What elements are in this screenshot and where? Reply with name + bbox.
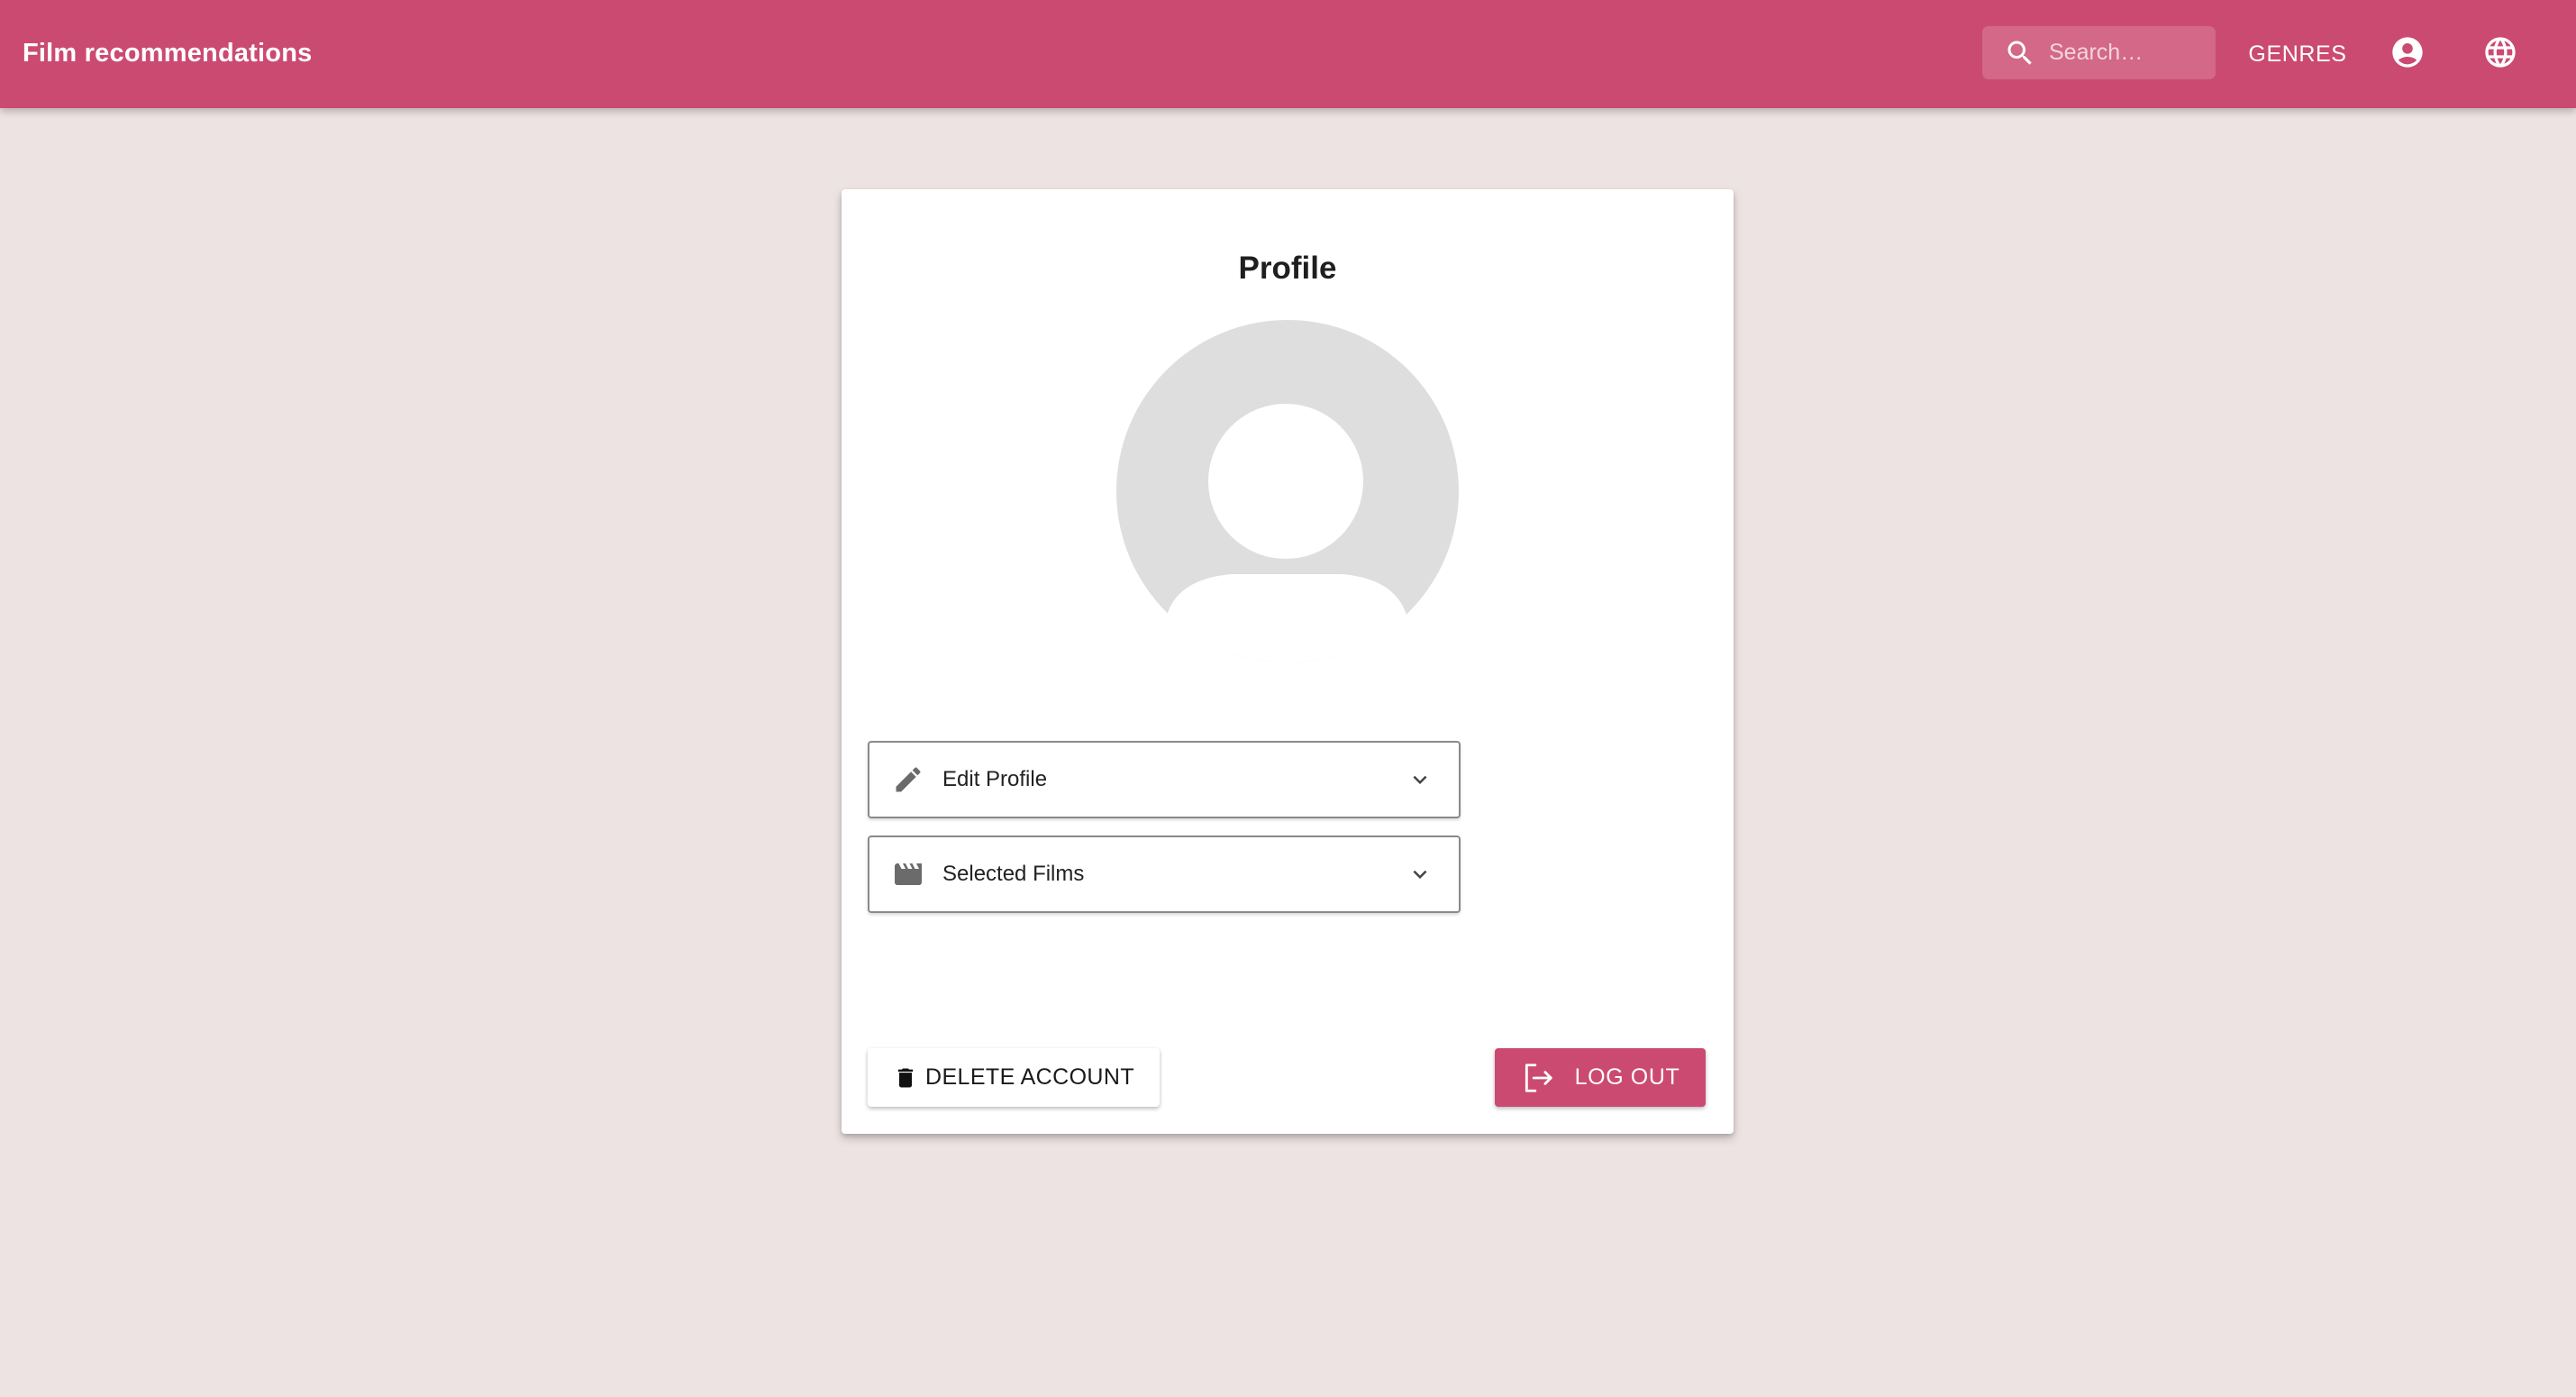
clapperboard-icon — [892, 858, 924, 890]
chevron-down-icon — [1406, 766, 1434, 793]
selected-films-accordion[interactable]: Selected Films — [868, 835, 1461, 913]
default-avatar-icon — [1116, 320, 1459, 662]
delete-account-button[interactable]: DELETE ACCOUNT — [868, 1048, 1160, 1107]
search-box[interactable] — [1982, 26, 2216, 79]
avatar — [1115, 318, 1461, 664]
app-bar: Film recommendations GENRES — [0, 0, 2576, 108]
language-button[interactable] — [2482, 34, 2518, 70]
app-title[interactable]: Film recommendations — [23, 0, 312, 106]
logout-label: LOG OUT — [1574, 1064, 1680, 1090]
globe-icon — [2482, 34, 2518, 70]
account-button[interactable] — [2389, 34, 2426, 70]
account-circle-icon — [2389, 34, 2426, 70]
pencil-icon — [892, 763, 924, 796]
edit-profile-accordion[interactable]: Edit Profile — [868, 741, 1461, 818]
logout-button[interactable]: LOG OUT — [1495, 1048, 1706, 1107]
search-input[interactable] — [2049, 40, 2202, 66]
genres-button[interactable]: GENRES — [2236, 27, 2359, 81]
selected-films-label: Selected Films — [942, 862, 1085, 886]
delete-account-label: DELETE ACCOUNT — [924, 1064, 1135, 1090]
trash-icon — [893, 1063, 918, 1093]
profile-title: Profile — [1238, 251, 1337, 286]
profile-card: Profile Edit Profile Selected Films DELE… — [842, 189, 1734, 1134]
edit-profile-label: Edit Profile — [942, 767, 1048, 791]
search-icon — [2004, 37, 2036, 69]
chevron-down-icon — [1406, 861, 1434, 888]
logout-icon — [1521, 1061, 1555, 1095]
